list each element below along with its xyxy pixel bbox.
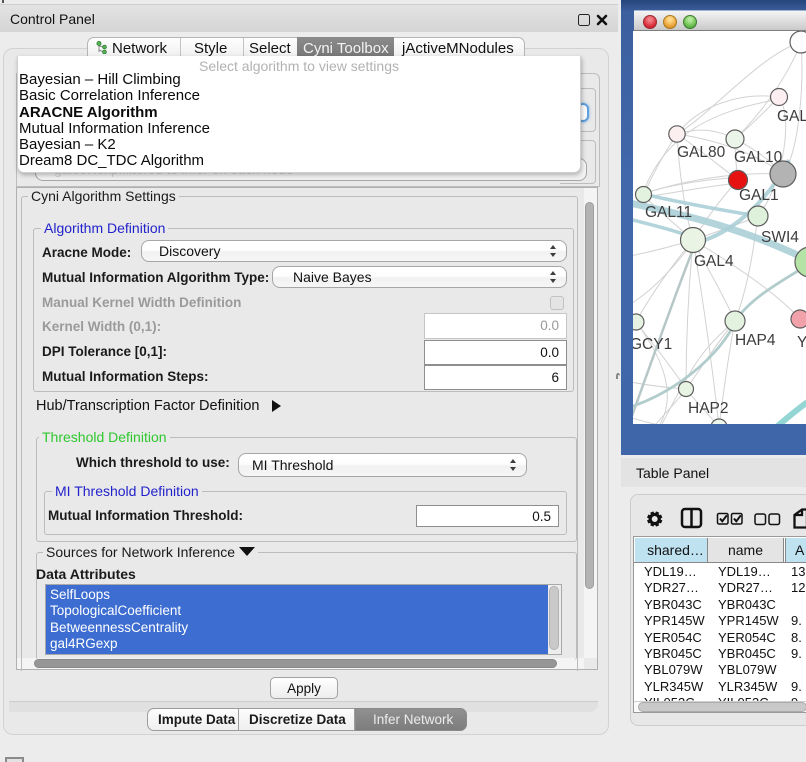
svg-text:GAL4: GAL4 — [694, 253, 734, 270]
svg-text:GCY1: GCY1 — [633, 336, 672, 353]
svg-text:SWI4: SWI4 — [761, 229, 799, 246]
svg-text:GAL7: GAL7 — [777, 108, 806, 125]
svg-text:GAL11: GAL11 — [645, 204, 692, 221]
svg-text:GAL10: GAL10 — [734, 149, 783, 166]
svg-text:HAP2: HAP2 — [688, 400, 729, 417]
svg-text:HAP4: HAP4 — [735, 332, 776, 349]
svg-text:YJ: YJ — [797, 334, 806, 351]
svg-text:GAL1: GAL1 — [739, 187, 779, 204]
svg-text:GAL80: GAL80 — [677, 144, 726, 161]
